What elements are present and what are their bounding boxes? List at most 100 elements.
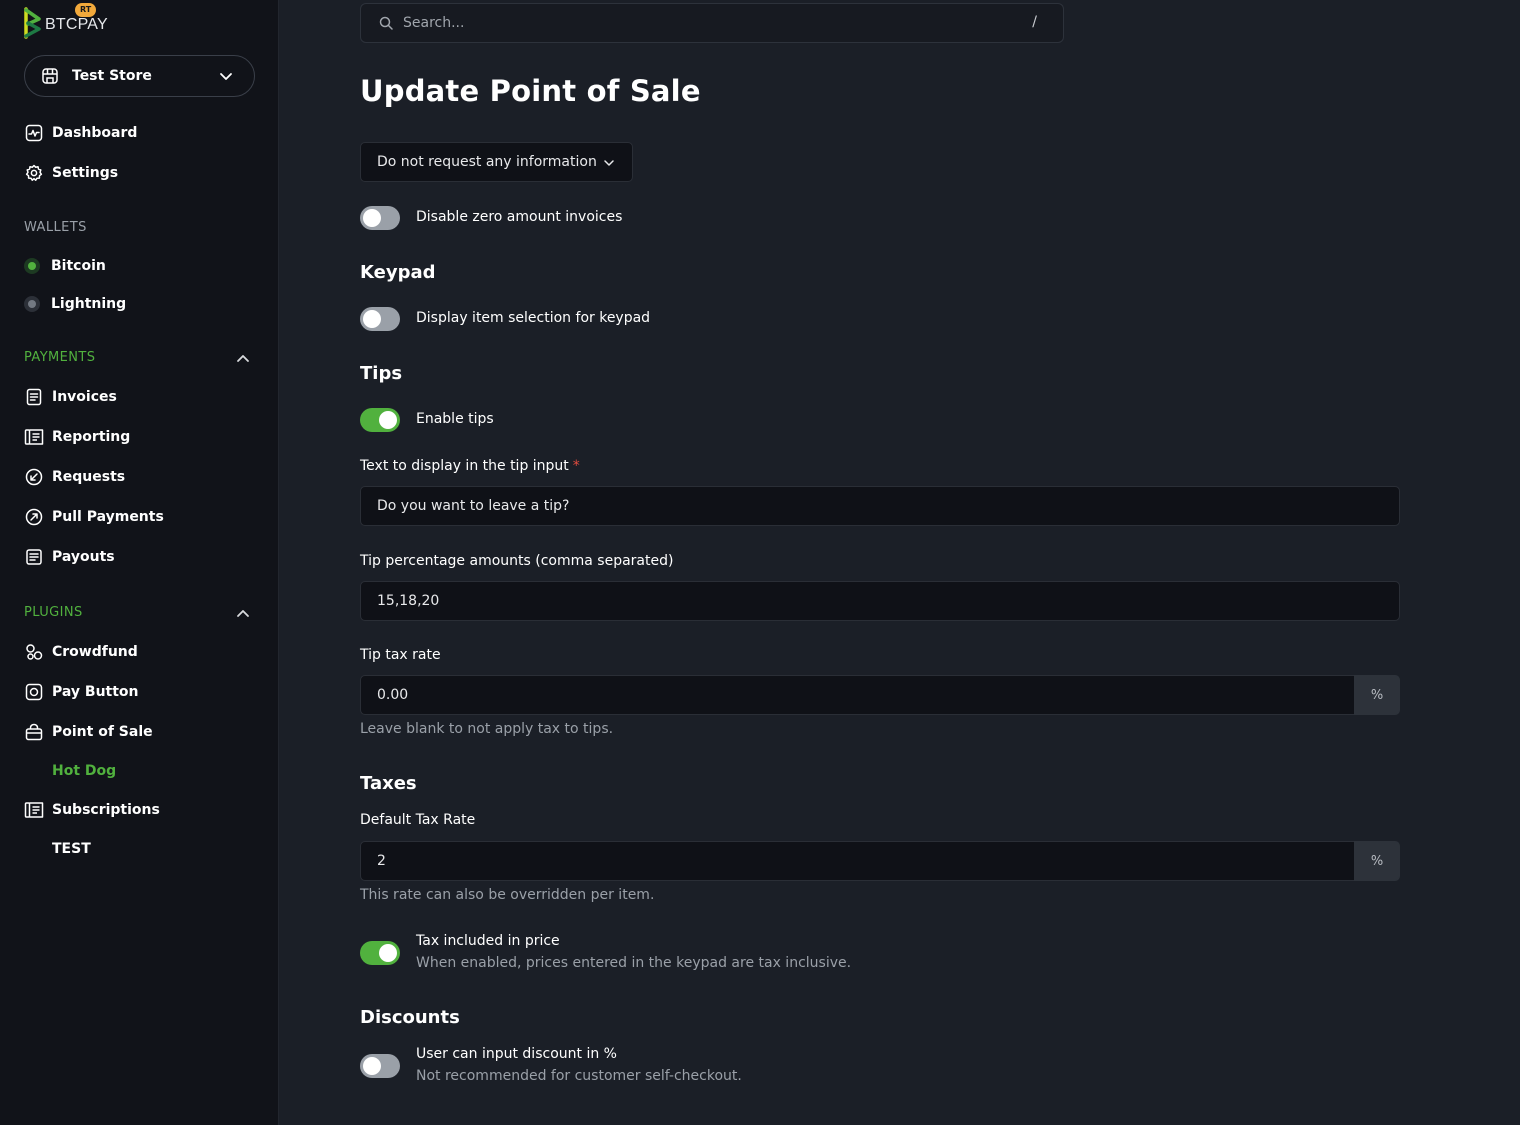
sidebar-item-label: Requests bbox=[52, 469, 126, 485]
default-tax-rate-help: This rate can also be overridden per ite… bbox=[360, 887, 655, 903]
sidebar-item-label: Pull Payments bbox=[52, 509, 164, 525]
sidebar-item-label: Crowdfund bbox=[52, 644, 138, 660]
sidebar-item-label: Pay Button bbox=[52, 684, 139, 700]
payments-section-title: PAYMENTS bbox=[24, 350, 96, 365]
sidebar-item-label: Point of Sale bbox=[52, 724, 153, 740]
sidebar-item-crowdfund[interactable]: Crowdfund bbox=[24, 638, 138, 666]
search-bar[interactable]: Search... / bbox=[360, 3, 1064, 43]
tax-included-description: When enabled, prices entered in the keyp… bbox=[416, 955, 852, 971]
discounts-section-title: Discounts bbox=[360, 1007, 460, 1028]
tax-included-toggle[interactable] bbox=[360, 941, 400, 965]
chevron-up-icon[interactable] bbox=[234, 604, 252, 622]
toggle-knob bbox=[379, 944, 397, 962]
disable-zero-amount-toggle[interactable] bbox=[360, 206, 400, 230]
tip-text-input-value: Do you want to leave a tip? bbox=[377, 498, 570, 514]
status-dot-icon bbox=[24, 296, 40, 312]
tips-section-title: Tips bbox=[360, 363, 403, 384]
request-icon bbox=[24, 467, 44, 487]
keypad-section-title: Keypad bbox=[360, 262, 436, 283]
environment-badge: RT bbox=[75, 3, 97, 17]
reporting-icon bbox=[24, 427, 44, 447]
sidebar-item-invoices[interactable]: Invoices bbox=[24, 383, 117, 411]
sidebar-item-requests[interactable]: Requests bbox=[24, 463, 125, 491]
tip-tax-rate-input[interactable]: 0.00 bbox=[360, 675, 1355, 715]
tip-tax-rate-label: Tip tax rate bbox=[360, 647, 441, 663]
sidebar-item-subscriptions[interactable]: Subscriptions bbox=[24, 796, 160, 824]
sidebar-item-pay-button[interactable]: Pay Button bbox=[24, 678, 139, 706]
dashboard-icon bbox=[24, 123, 44, 143]
default-tax-rate-label: Default Tax Rate bbox=[360, 812, 476, 828]
taxes-section-title: Taxes bbox=[360, 773, 417, 794]
tip-text-label-text: Text to display in the tip input bbox=[360, 458, 569, 474]
enable-tips-label: Enable tips bbox=[416, 411, 494, 427]
sidebar-item-pull-payments[interactable]: Pull Payments bbox=[24, 503, 164, 531]
tip-percentages-label: Tip percentage amounts (comma separated) bbox=[360, 553, 674, 569]
request-info-select[interactable]: Do not request any information bbox=[360, 142, 633, 182]
pull-payment-icon bbox=[24, 507, 44, 527]
user-discount-toggle[interactable] bbox=[360, 1054, 400, 1078]
chevron-down-icon bbox=[220, 73, 232, 80]
tip-text-label: Text to display in the tip input * bbox=[360, 458, 580, 474]
request-info-select-value: Do not request any information bbox=[377, 154, 597, 170]
sidebar-item-settings[interactable]: Settings bbox=[24, 159, 118, 187]
percent-addon: % bbox=[1354, 675, 1400, 715]
toggle-knob bbox=[379, 411, 397, 429]
sidebar-item-label: Reporting bbox=[52, 429, 131, 445]
status-dot-icon bbox=[24, 258, 40, 274]
display-item-selection-toggle[interactable] bbox=[360, 307, 400, 331]
subscriptions-icon bbox=[24, 800, 44, 820]
percent-addon: % bbox=[1354, 841, 1400, 881]
sidebar-item-lightning[interactable]: Lightning bbox=[24, 290, 126, 318]
crowdfund-icon bbox=[24, 642, 44, 662]
user-discount-description: Not recommended for customer self-checko… bbox=[416, 1068, 742, 1084]
sidebar: BTCPAY RT Test Store Dashboard Settings … bbox=[0, 0, 279, 1125]
search-shortcut-hint: / bbox=[1032, 14, 1037, 30]
sidebar-item-label: Bitcoin bbox=[51, 258, 106, 274]
payout-icon bbox=[24, 547, 44, 567]
sidebar-item-label: Payouts bbox=[52, 549, 115, 565]
wallets-section-title: WALLETS bbox=[24, 220, 87, 235]
chevron-up-icon[interactable] bbox=[234, 349, 252, 367]
tax-included-label: Tax included in price bbox=[416, 933, 560, 949]
shopping-bag-icon bbox=[24, 722, 44, 742]
gear-icon bbox=[24, 163, 44, 183]
user-discount-label: User can input discount in % bbox=[416, 1046, 617, 1062]
sidebar-item-label: Invoices bbox=[52, 389, 117, 405]
toggle-knob bbox=[363, 310, 381, 328]
default-tax-rate-input[interactable]: 2 bbox=[360, 841, 1355, 881]
sidebar-item-label: Lightning bbox=[51, 296, 127, 312]
invoice-icon bbox=[24, 387, 44, 407]
sidebar-item-reporting[interactable]: Reporting bbox=[24, 423, 130, 451]
logo-text: BTCPAY bbox=[45, 16, 108, 33]
sidebar-item-label: Settings bbox=[52, 165, 119, 181]
sidebar-item-label: Subscriptions bbox=[52, 802, 160, 818]
sidebar-item-point-of-sale[interactable]: Point of Sale bbox=[24, 718, 153, 746]
toggle-knob bbox=[363, 209, 381, 227]
sidebar-subitem-hot-dog[interactable]: Hot Dog bbox=[52, 759, 116, 783]
sidebar-item-bitcoin[interactable]: Bitcoin bbox=[24, 252, 106, 280]
enable-tips-toggle[interactable] bbox=[360, 408, 400, 432]
tip-text-input[interactable]: Do you want to leave a tip? bbox=[360, 486, 1400, 526]
sidebar-subitem-test[interactable]: TEST bbox=[52, 837, 91, 861]
pay-button-icon bbox=[24, 682, 44, 702]
search-input[interactable]: Search... bbox=[403, 15, 464, 31]
plugins-section-title: PLUGINS bbox=[24, 605, 83, 620]
required-asterisk: * bbox=[572, 458, 580, 474]
chevron-down-icon bbox=[604, 160, 614, 166]
search-icon bbox=[379, 16, 393, 30]
default-tax-rate-input-value: 2 bbox=[377, 853, 386, 869]
display-item-selection-label: Display item selection for keypad bbox=[416, 310, 651, 326]
store-selector[interactable]: Test Store bbox=[24, 55, 255, 97]
page-title: Update Point of Sale bbox=[360, 74, 701, 108]
tip-tax-rate-help: Leave blank to not apply tax to tips. bbox=[360, 721, 614, 737]
sidebar-item-dashboard[interactable]: Dashboard bbox=[24, 119, 137, 147]
sidebar-item-label: Dashboard bbox=[52, 125, 138, 141]
sidebar-item-payouts[interactable]: Payouts bbox=[24, 543, 115, 571]
toggle-knob bbox=[363, 1057, 381, 1075]
tip-percentages-input[interactable]: 15,18,20 bbox=[360, 581, 1400, 621]
tip-tax-rate-input-value: 0.00 bbox=[377, 687, 409, 703]
btcpay-logo-mark-icon bbox=[24, 7, 41, 39]
store-icon bbox=[40, 66, 60, 86]
store-name: Test Store bbox=[72, 68, 152, 84]
disable-zero-amount-label: Disable zero amount invoices bbox=[416, 209, 623, 225]
